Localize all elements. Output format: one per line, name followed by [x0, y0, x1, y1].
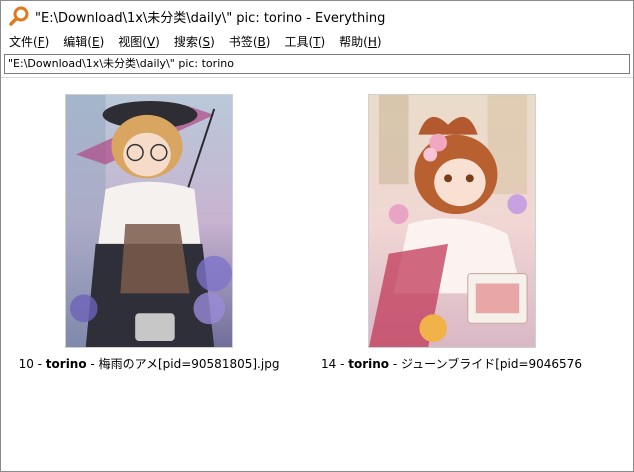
menu-search[interactable]: 搜索(S) — [168, 33, 221, 50]
title-bar: "E:\Download\1x\未分类\daily\" pic: torino … — [1, 1, 633, 31]
thumbnail-image — [369, 95, 535, 347]
everything-search-icon — [9, 6, 29, 26]
menu-help[interactable]: 帮助(H) — [333, 33, 387, 50]
menu-file[interactable]: 文件(F) — [3, 33, 55, 50]
result-thumbnail[interactable] — [65, 94, 233, 348]
menu-edit[interactable]: 编辑(E) — [57, 33, 110, 50]
thumbnail-image — [66, 95, 232, 347]
menu-view[interactable]: 视图(V) — [112, 33, 166, 50]
results-pane[interactable]: 10 - torino - 梅雨のアメ[pid=90581805].jpg 14… — [1, 78, 633, 471]
menu-bookmarks[interactable]: 书签(B) — [223, 33, 277, 50]
search-input[interactable]: "E:\Download\1x\未分类\daily\" pic: torino — [4, 54, 630, 74]
menu-bar: 文件(F) 编辑(E) 视图(V) 搜索(S) 书签(B) 工具(T) 帮助(H… — [1, 31, 633, 51]
result-thumbnail[interactable] — [368, 94, 536, 348]
result-caption[interactable]: 10 - torino - 梅雨のアメ[pid=90581805].jpg — [17, 355, 281, 372]
window-title: "E:\Download\1x\未分类\daily\" pic: torino … — [35, 10, 386, 26]
menu-tools[interactable]: 工具(T) — [278, 33, 331, 50]
result-caption[interactable]: 14 - torino - ジューンブライド[pid=9046576... — [321, 355, 583, 372]
